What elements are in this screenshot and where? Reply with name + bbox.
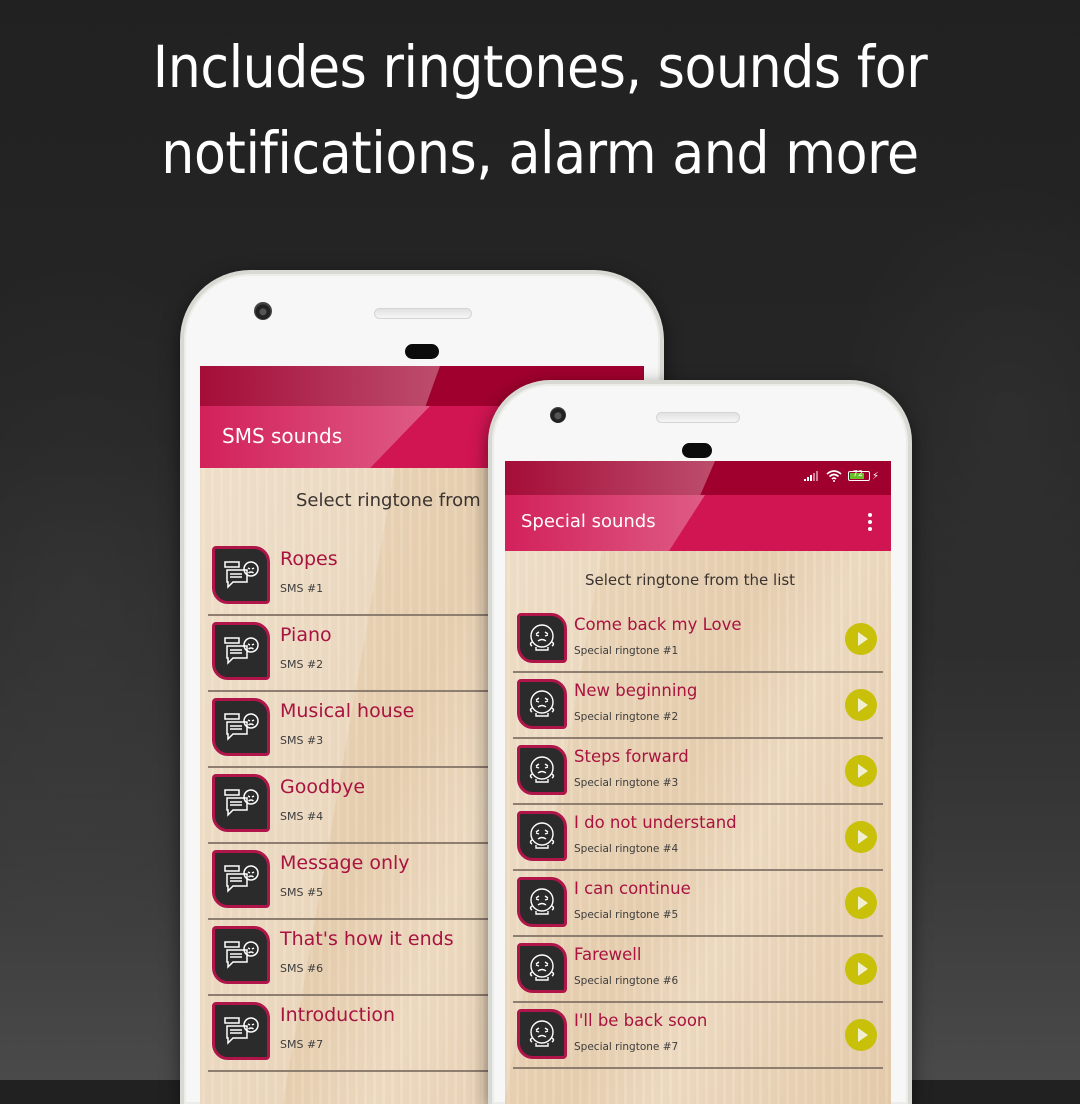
sad-face-icon bbox=[517, 613, 567, 663]
ringtone-subtitle: Special ringtone #7 bbox=[574, 1041, 679, 1053]
sad-face-icon bbox=[517, 943, 567, 993]
ringtone-title: I do not understand bbox=[574, 813, 737, 832]
list-container: Select ringtone from the list Come back … bbox=[505, 551, 891, 1104]
wifi-icon bbox=[826, 470, 842, 482]
list-item[interactable]: Come back my Love Special ringtone #1 bbox=[513, 607, 883, 673]
proximity-sensor bbox=[682, 443, 712, 458]
headline: Includes ringtones, sounds for notificat… bbox=[54, 24, 1026, 196]
list-item[interactable]: Steps forward Special ringtone #3 bbox=[513, 739, 883, 805]
sad-message-icon bbox=[212, 622, 270, 680]
ringtone-title: Steps forward bbox=[574, 747, 689, 766]
ringtone-subtitle: Special ringtone #6 bbox=[574, 975, 679, 987]
list-item[interactable]: I do not understand Special ringtone #4 bbox=[513, 805, 883, 871]
sad-face-icon bbox=[517, 679, 567, 729]
app-title: Special sounds bbox=[521, 511, 656, 532]
sad-face-icon bbox=[517, 877, 567, 927]
sad-message-icon bbox=[212, 926, 270, 984]
app-bar: Special sounds bbox=[505, 495, 891, 551]
ringtone-title: Introduction bbox=[280, 1004, 396, 1026]
sad-message-icon bbox=[212, 698, 270, 756]
play-button[interactable] bbox=[845, 953, 877, 985]
ringtone-subtitle: SMS #4 bbox=[280, 810, 324, 823]
ringtone-subtitle: SMS #7 bbox=[280, 1038, 324, 1051]
play-button[interactable] bbox=[845, 623, 877, 655]
list-item[interactable]: Farewell Special ringtone #6 bbox=[513, 937, 883, 1003]
signal-icon bbox=[803, 471, 818, 481]
ringtone-subtitle: Special ringtone #2 bbox=[574, 711, 679, 723]
ringtone-subtitle: Special ringtone #5 bbox=[574, 909, 679, 921]
special-sounds-screen: 72 ⚡ Special sounds Select ringtone from… bbox=[505, 461, 891, 1104]
list-item[interactable]: I'll be back soon Special ringtone #7 bbox=[513, 1003, 883, 1069]
earpiece-speaker bbox=[656, 412, 740, 423]
ringtone-title: Goodbye bbox=[280, 776, 366, 798]
ringtone-subtitle: SMS #6 bbox=[280, 962, 324, 975]
ringtone-subtitle: Special ringtone #1 bbox=[574, 645, 679, 657]
front-camera bbox=[254, 302, 272, 320]
sad-face-icon bbox=[517, 745, 567, 795]
front-camera bbox=[550, 407, 566, 423]
headline-line-1: Includes ringtones, sounds for bbox=[152, 33, 928, 101]
ringtone-title: I'll be back soon bbox=[574, 1011, 708, 1030]
list-item[interactable]: I can continue Special ringtone #5 bbox=[513, 871, 883, 937]
status-bar: 72 ⚡ bbox=[505, 461, 891, 495]
sad-message-icon bbox=[212, 850, 270, 908]
play-button[interactable] bbox=[845, 887, 877, 919]
list-subtitle: Select ringtone from bbox=[296, 490, 481, 511]
ringtone-title: Come back my Love bbox=[574, 615, 742, 634]
play-button[interactable] bbox=[845, 821, 877, 853]
headline-line-2: notifications, alarm and more bbox=[161, 119, 919, 187]
ringtone-subtitle: Special ringtone #4 bbox=[574, 843, 679, 855]
ringtone-subtitle: SMS #2 bbox=[280, 658, 324, 671]
status-icons: 72 ⚡ bbox=[803, 469, 879, 482]
sad-message-icon bbox=[212, 1002, 270, 1060]
front-phone: 72 ⚡ Special sounds Select ringtone from… bbox=[488, 380, 912, 1104]
sad-face-icon bbox=[517, 1009, 567, 1059]
charging-icon: ⚡ bbox=[871, 470, 879, 482]
ringtone-title: Message only bbox=[280, 852, 410, 874]
ringtone-subtitle: Special ringtone #3 bbox=[574, 777, 679, 789]
sad-face-icon bbox=[517, 811, 567, 861]
sad-message-icon bbox=[212, 546, 270, 604]
ringtone-title: I can continue bbox=[574, 879, 691, 898]
ringtone-list: Come back my Love Special ringtone #1 New… bbox=[513, 607, 883, 1069]
play-button[interactable] bbox=[845, 689, 877, 721]
ringtone-title: Ropes bbox=[280, 548, 338, 570]
ringtone-subtitle: SMS #5 bbox=[280, 886, 324, 899]
battery-level: 72 bbox=[852, 469, 864, 478]
ringtone-title: Musical house bbox=[280, 700, 415, 722]
ringtone-subtitle: SMS #1 bbox=[280, 582, 324, 595]
ringtone-title: That's how it ends bbox=[280, 928, 454, 950]
ringtone-subtitle: SMS #3 bbox=[280, 734, 324, 747]
play-button[interactable] bbox=[845, 1019, 877, 1051]
earpiece-speaker bbox=[374, 308, 472, 319]
ringtone-title: New beginning bbox=[574, 681, 698, 700]
play-button[interactable] bbox=[845, 755, 877, 787]
app-title: SMS sounds bbox=[222, 424, 343, 448]
list-item[interactable]: New beginning Special ringtone #2 bbox=[513, 673, 883, 739]
more-vert-icon[interactable] bbox=[865, 513, 875, 533]
proximity-sensor bbox=[405, 344, 439, 359]
ringtone-title: Piano bbox=[280, 624, 332, 646]
ringtone-title: Farewell bbox=[574, 945, 642, 964]
battery-icon: 72 bbox=[847, 469, 870, 481]
sad-message-icon bbox=[212, 774, 270, 832]
list-subtitle: Select ringtone from the list bbox=[585, 571, 796, 589]
